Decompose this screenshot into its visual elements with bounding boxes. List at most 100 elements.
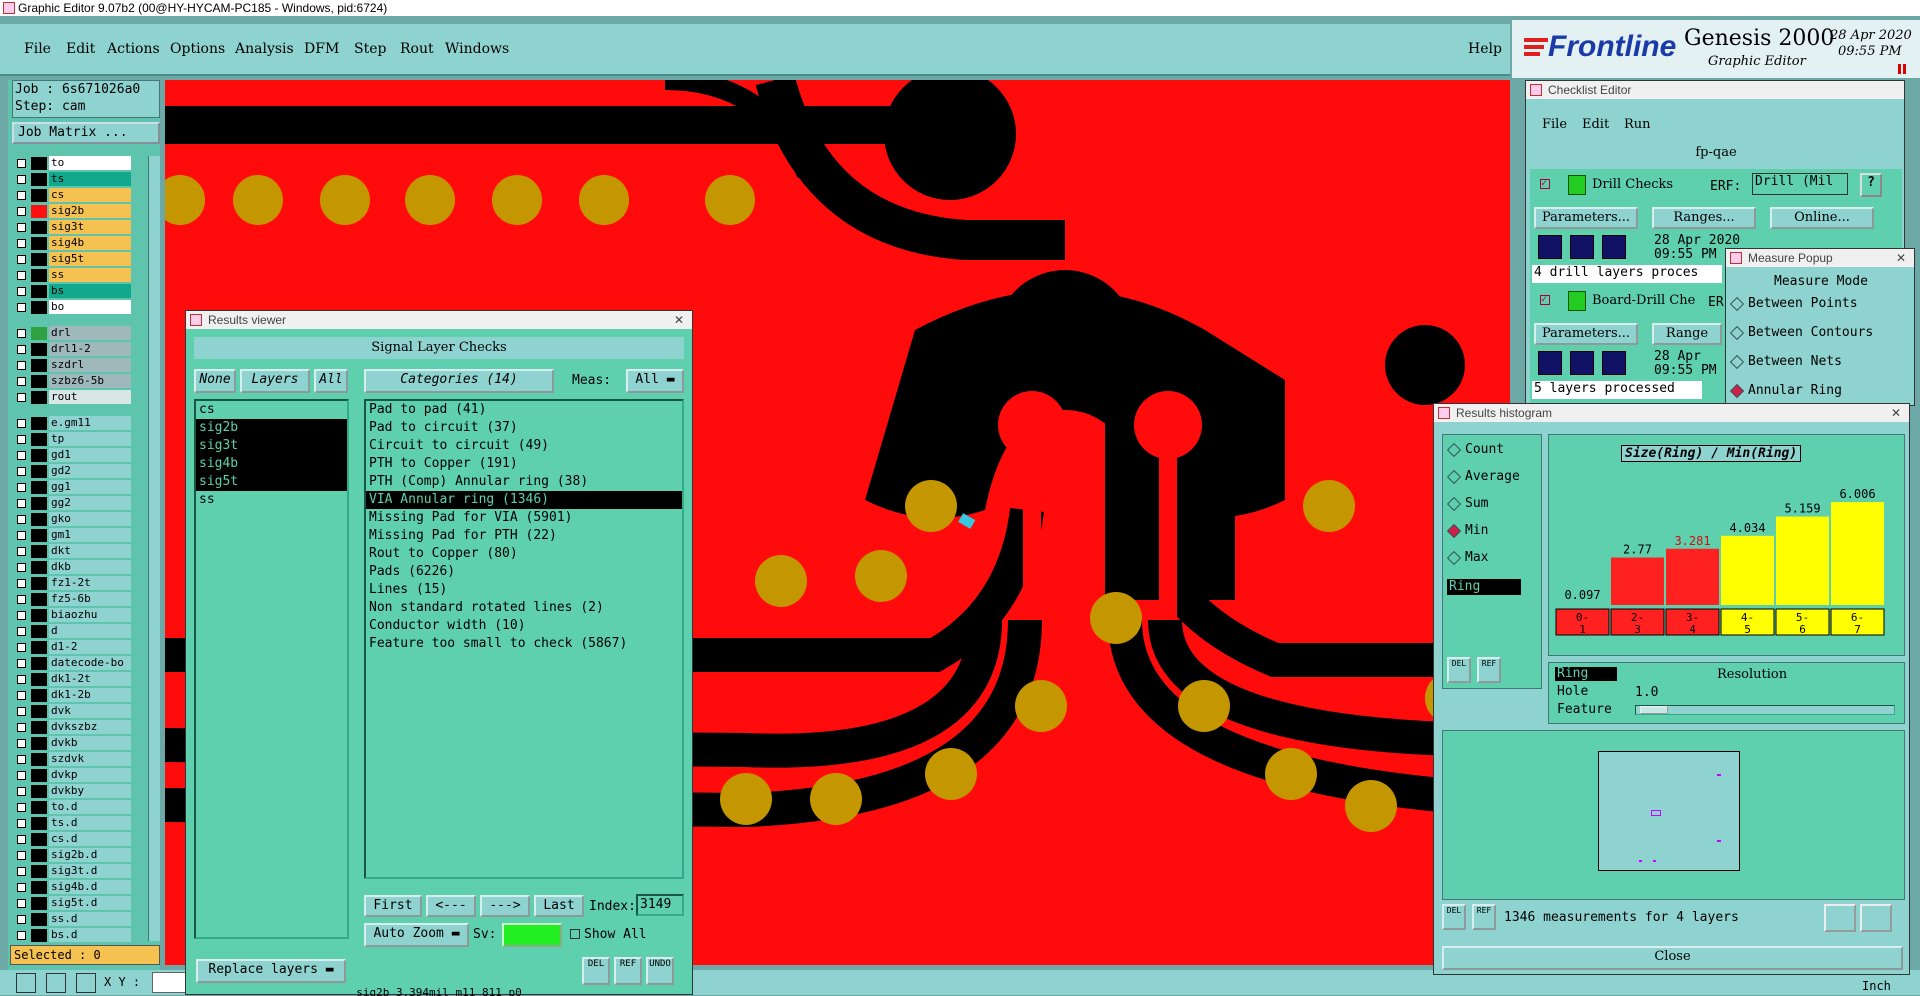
- replace-layers-select[interactable]: Replace layers ▬: [196, 959, 346, 983]
- layer-swatch[interactable]: [31, 237, 47, 250]
- layer-name[interactable]: d1-2: [49, 640, 131, 654]
- parameters-button[interactable]: Parameters...: [1534, 207, 1638, 229]
- layer-name[interactable]: dvkp: [49, 768, 131, 782]
- checklist-menu-run[interactable]: Run: [1624, 117, 1651, 132]
- layer-row[interactable]: sig4b: [12, 236, 132, 250]
- layer-swatch[interactable]: [31, 375, 47, 388]
- layer-checkbox[interactable]: [17, 643, 26, 652]
- checklist-menu-file[interactable]: File: [1542, 117, 1567, 132]
- layer-swatch[interactable]: [31, 285, 47, 298]
- layer-name[interactable]: sig2b.d: [49, 848, 131, 862]
- layer-swatch[interactable]: [31, 327, 47, 340]
- menu-analysis[interactable]: Analysis: [235, 41, 294, 57]
- layer-swatch[interactable]: [31, 705, 47, 718]
- layer-checkbox[interactable]: [17, 563, 26, 572]
- layer-row[interactable]: biaozhu: [12, 608, 132, 622]
- layer-swatch[interactable]: [31, 817, 47, 830]
- layer-name[interactable]: szdrl: [49, 358, 131, 372]
- layer-swatch[interactable]: [31, 737, 47, 750]
- histogram-bar[interactable]: [1776, 516, 1829, 605]
- layer-checkbox[interactable]: [17, 787, 26, 796]
- layer-row[interactable]: dkb: [12, 560, 132, 574]
- layer-row[interactable]: ts.d: [12, 816, 132, 830]
- layer-swatch[interactable]: [31, 721, 47, 734]
- category-list-item[interactable]: Missing Pad for VIA (5901): [366, 509, 682, 527]
- layer-swatch[interactable]: [31, 913, 47, 926]
- between-points-radio[interactable]: Between Points: [1730, 295, 1858, 313]
- close-icon[interactable]: ✕: [674, 311, 684, 329]
- category-list-item[interactable]: Pad to circuit (37): [366, 419, 682, 437]
- layer-swatch[interactable]: [31, 449, 47, 462]
- layer-row[interactable]: dvkp: [12, 768, 132, 782]
- layer-row[interactable]: dk1-2t: [12, 672, 132, 686]
- layer-checkbox[interactable]: [17, 515, 26, 524]
- layer-checkbox[interactable]: [17, 393, 26, 402]
- layer-name[interactable]: tp: [49, 432, 131, 446]
- layer-swatch[interactable]: [31, 641, 47, 654]
- show-all-checkbox[interactable]: [570, 929, 580, 939]
- menu-dfm[interactable]: DFM: [304, 41, 339, 57]
- layer-name[interactable]: sig4b.d: [49, 880, 131, 894]
- layer-checkbox[interactable]: [17, 377, 26, 386]
- measure-tool-icon[interactable]: [16, 973, 36, 993]
- layer-row[interactable]: gg1: [12, 480, 132, 494]
- layer-name[interactable]: d: [49, 624, 131, 638]
- layer-checkbox[interactable]: [17, 191, 26, 200]
- layer-name[interactable]: bs: [49, 284, 131, 298]
- layer-row[interactable]: dkt: [12, 544, 132, 558]
- layer-swatch[interactable]: [31, 481, 47, 494]
- layer-swatch[interactable]: [31, 609, 47, 622]
- layer-name[interactable]: gg1: [49, 480, 131, 494]
- histogram-bar[interactable]: [1721, 535, 1774, 605]
- layer-row[interactable]: sig2b.d: [12, 848, 132, 862]
- layer-row[interactable]: gd1: [12, 448, 132, 462]
- layer-row[interactable]: to: [12, 156, 132, 170]
- layer-name[interactable]: to: [49, 156, 131, 170]
- layer-swatch[interactable]: [31, 785, 47, 798]
- menu-options[interactable]: Options: [170, 41, 225, 57]
- layer-name[interactable]: sig5t.d: [49, 896, 131, 910]
- layer-name[interactable]: gd2: [49, 464, 131, 478]
- run-icon[interactable]: [1602, 351, 1626, 375]
- layer-swatch[interactable]: [31, 801, 47, 814]
- layer-list-item[interactable]: sig2b: [196, 419, 347, 437]
- layer-name[interactable]: ss: [49, 268, 131, 282]
- layer-checkbox[interactable]: [17, 883, 26, 892]
- ring-type-item[interactable]: Ring: [1555, 667, 1617, 681]
- layer-swatch[interactable]: [31, 465, 47, 478]
- layer-row[interactable]: bs.d: [12, 928, 132, 942]
- layer-swatch[interactable]: [31, 497, 47, 510]
- layer-checkbox[interactable]: [17, 755, 26, 764]
- layer-row[interactable]: drl: [12, 326, 132, 340]
- layer-row[interactable]: sig5t.d: [12, 896, 132, 910]
- average-radio[interactable]: Average: [1447, 468, 1520, 486]
- undo-button[interactable]: UNDO: [646, 957, 674, 985]
- layer-name[interactable]: ts: [49, 172, 131, 186]
- layer-swatch[interactable]: [31, 221, 47, 234]
- layer-name[interactable]: bs.d: [49, 928, 131, 942]
- histogram-bar[interactable]: [1831, 502, 1884, 605]
- layers-button[interactable]: Layers: [240, 369, 310, 393]
- category-list-item[interactable]: Pad to pad (41): [366, 401, 682, 419]
- layer-swatch[interactable]: [31, 929, 47, 942]
- histogram-bar[interactable]: [1611, 557, 1664, 605]
- hist-del2-button[interactable]: DEL: [1442, 904, 1466, 930]
- angle-tool-icon[interactable]: [46, 973, 66, 993]
- layer-name[interactable]: gm1: [49, 528, 131, 542]
- run-icon[interactable]: [1570, 235, 1594, 259]
- layer-name[interactable]: gd1: [49, 448, 131, 462]
- layer-swatch[interactable]: [31, 593, 47, 606]
- layer-name[interactable]: dvkszbz: [49, 720, 131, 734]
- none-button[interactable]: None: [194, 369, 236, 393]
- layer-name[interactable]: biaozhu: [49, 608, 131, 622]
- index-input[interactable]: 3149: [636, 894, 684, 916]
- layer-row[interactable]: datecode-bo: [12, 656, 132, 670]
- layer-swatch[interactable]: [31, 173, 47, 186]
- layer-swatch[interactable]: [31, 849, 47, 862]
- layer-swatch[interactable]: [31, 577, 47, 590]
- histogram-bar[interactable]: [1666, 548, 1719, 605]
- histogram-close-button[interactable]: Close: [1442, 946, 1903, 970]
- histogram-bar[interactable]: [1556, 603, 1609, 605]
- layer-row[interactable]: drl1-2: [12, 342, 132, 356]
- layer-checkbox[interactable]: [17, 435, 26, 444]
